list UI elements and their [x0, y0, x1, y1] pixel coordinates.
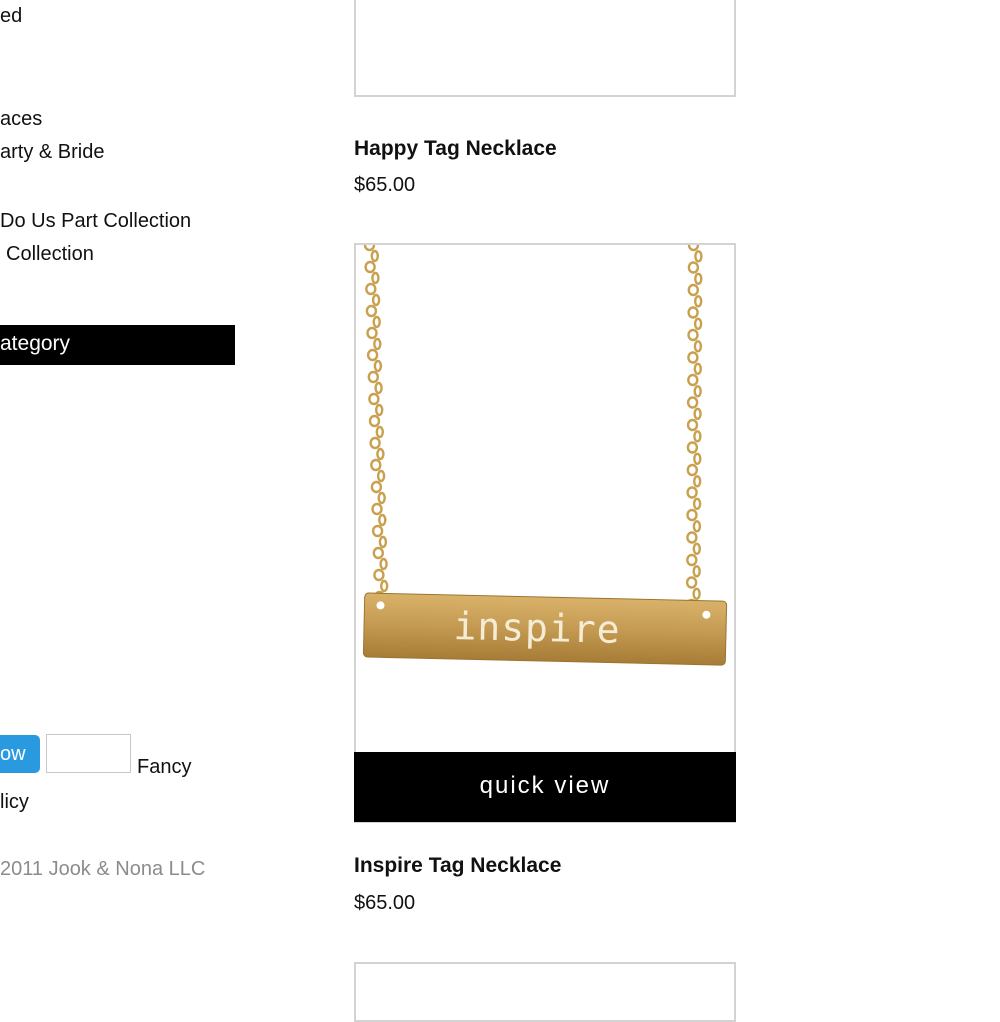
- chain-link: [693, 452, 702, 466]
- product-title[interactable]: Happy Tag Necklace: [354, 137, 557, 161]
- chain-link: [686, 508, 698, 522]
- chain-link: [373, 359, 383, 373]
- chain-link: [692, 497, 702, 510]
- policy-link[interactable]: licy: [0, 791, 29, 814]
- sidebar-link-2[interactable]: aces: [0, 108, 42, 131]
- chain-link: [374, 381, 383, 395]
- product-card-inspire-tag[interactable]: inspire: [354, 243, 736, 823]
- chain-link: [693, 475, 702, 488]
- product-image-next[interactable]: [354, 962, 736, 1022]
- chain-link: [366, 348, 379, 362]
- chain-link: [375, 403, 384, 417]
- chain-link: [693, 317, 703, 331]
- chain-link: [686, 463, 698, 477]
- chain-link: [686, 441, 699, 454]
- chain-link: [371, 293, 381, 307]
- chain-link: [378, 513, 387, 527]
- chain-link: [687, 245, 700, 252]
- chain-link: [378, 535, 388, 549]
- chain-link: [371, 524, 384, 538]
- chain-link: [687, 351, 699, 364]
- chain-link: [372, 315, 381, 329]
- chain-link: [686, 531, 698, 544]
- chain-link: [371, 271, 380, 285]
- chain-link: [370, 480, 383, 494]
- chain-left: [363, 245, 389, 604]
- chain-link: [376, 447, 385, 461]
- chain-link: [364, 260, 376, 274]
- sidebar-link-5[interactable]: Collection: [6, 243, 94, 266]
- chain-link: [693, 362, 702, 376]
- product-title[interactable]: Inspire Tag Necklace: [354, 854, 561, 878]
- chain-link: [366, 326, 378, 340]
- category-header-label: ategory: [0, 332, 71, 355]
- chain-link: [686, 418, 699, 432]
- fancy-widget[interactable]: [46, 734, 131, 773]
- chain-link: [692, 542, 701, 555]
- chain-link: [377, 491, 386, 505]
- chain-link: [687, 261, 700, 274]
- chain-link: [693, 385, 702, 398]
- product-price: $65.00: [354, 174, 416, 196]
- chain-link: [686, 486, 698, 499]
- chain-link: [692, 565, 701, 578]
- chain-link: [380, 579, 389, 593]
- chain-link: [687, 306, 699, 319]
- follow-button-label: ow: [0, 743, 26, 765]
- inspire-necklace-image[interactable]: inspire: [356, 245, 734, 753]
- chain-link: [368, 392, 380, 406]
- chain-link: [686, 553, 698, 567]
- sidebar-link-3[interactable]: arty & Bride: [0, 141, 104, 164]
- chain-link: [371, 502, 383, 516]
- chain-link: [693, 430, 702, 443]
- chain-link: [370, 249, 379, 263]
- chain-link: [687, 373, 699, 387]
- chain-link: [365, 282, 377, 296]
- chain-link: [369, 436, 381, 450]
- sidebar-link-4[interactable]: Do Us Part Collection: [0, 210, 191, 233]
- sidebar-link-1[interactable]: ed: [0, 5, 22, 28]
- product-image-happy-tag[interactable]: [354, 0, 736, 97]
- engraving-text: inspire: [453, 604, 621, 652]
- chain-link: [372, 546, 384, 560]
- chain-link: [694, 250, 703, 263]
- chain-link: [363, 245, 376, 252]
- copyright-text: 2011 Jook & Nona LLC: [0, 858, 206, 880]
- chain-link: [368, 414, 381, 428]
- fancy-label[interactable]: Fancy: [137, 756, 191, 779]
- chain-link: [370, 458, 382, 472]
- follow-button[interactable]: ow: [0, 735, 40, 773]
- chain-link: [692, 587, 701, 600]
- chain-link: [367, 370, 379, 384]
- chain-link: [375, 425, 384, 439]
- chain-link: [687, 328, 699, 342]
- quick-view-button[interactable]: quick view: [354, 752, 736, 822]
- chain-link: [373, 337, 382, 351]
- chain-link: [694, 272, 703, 285]
- chain-link: [686, 396, 699, 409]
- chain-link: [373, 568, 385, 582]
- chain-link: [692, 520, 702, 533]
- category-header: ategory: [0, 325, 235, 365]
- quick-view-label: quick view: [479, 772, 611, 799]
- chain-link: [365, 304, 378, 318]
- chain-link: [693, 407, 702, 421]
- chain-link: [685, 576, 698, 589]
- chain-link: [376, 469, 386, 483]
- chain-link: [693, 340, 703, 353]
- chain-link: [687, 283, 699, 297]
- chain-link: [694, 295, 703, 308]
- product-price: $65.00: [354, 892, 416, 914]
- chain-link: [379, 557, 388, 571]
- tag-pendant: inspire: [362, 592, 728, 666]
- chain-right: [685, 245, 703, 612]
